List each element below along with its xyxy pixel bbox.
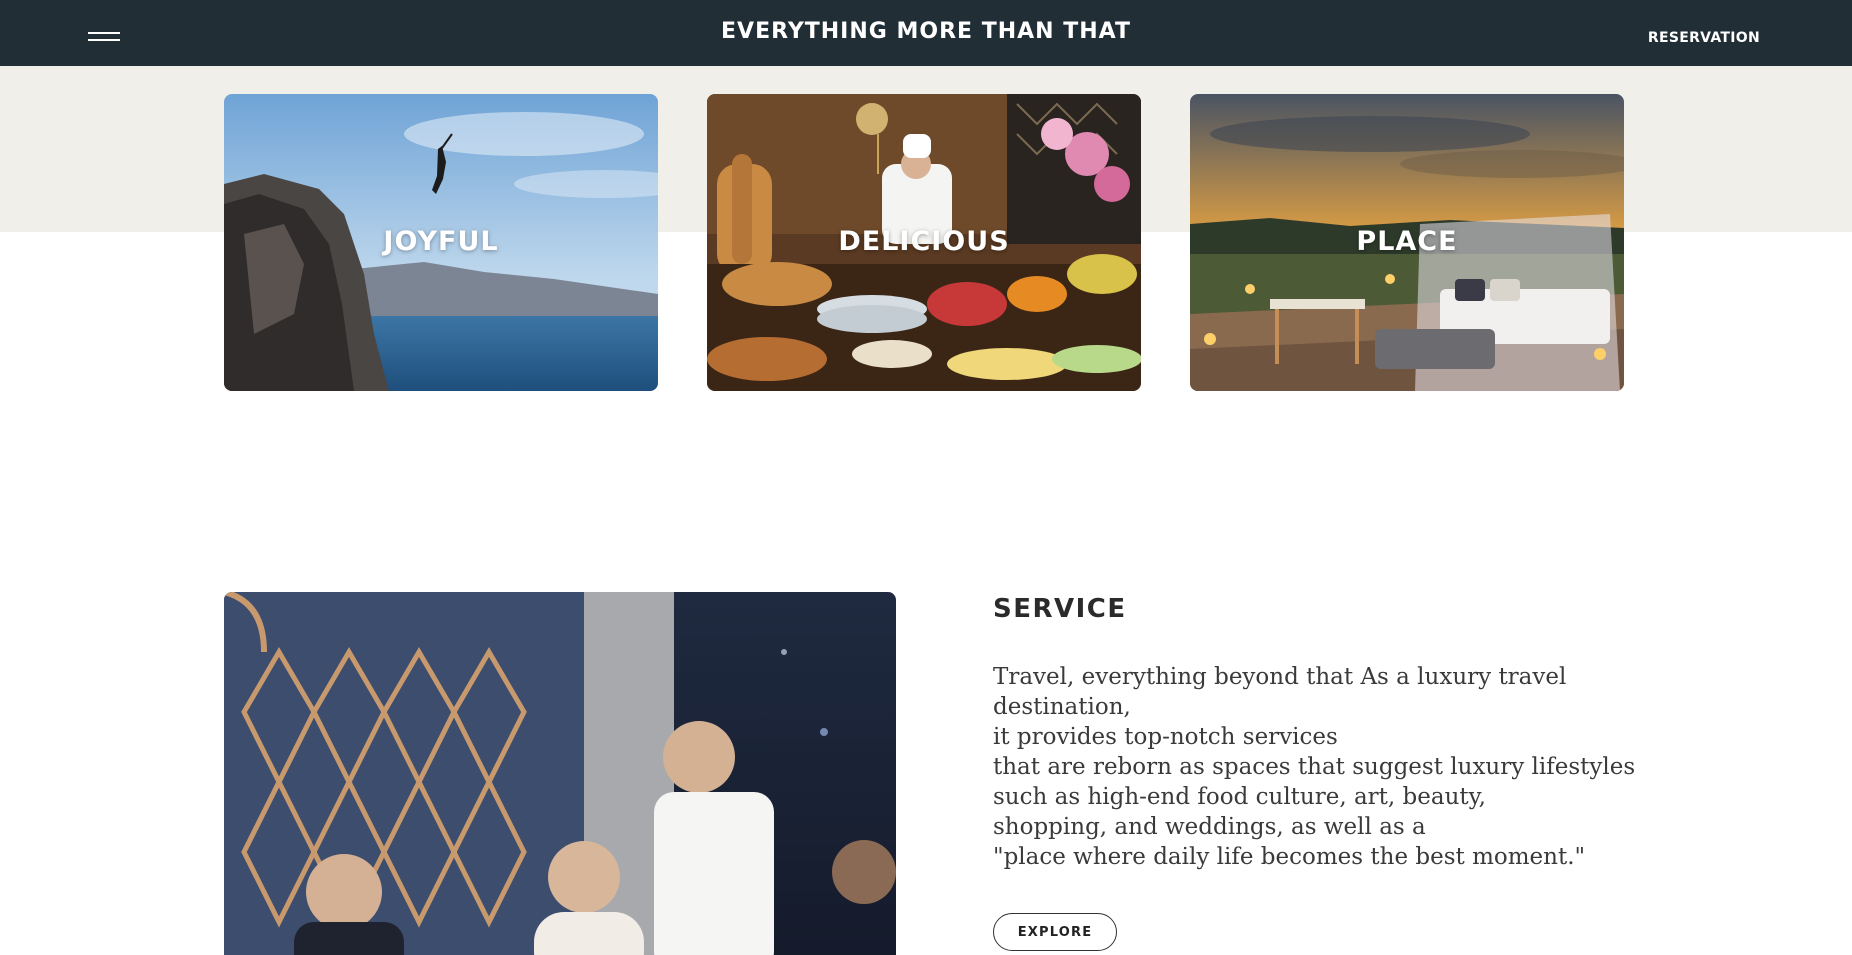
service-line: shopping, and weddings, as well as a (993, 814, 1426, 840)
explore-button[interactable]: EXPLORE (993, 913, 1117, 951)
card-delicious[interactable]: DELICIOUS (707, 94, 1141, 391)
service-line: destination, (993, 694, 1131, 720)
service-dining-image (224, 592, 896, 955)
service-line: it provides top-notch services (993, 724, 1338, 750)
service-line: that are reborn as spaces that suggest l… (993, 754, 1636, 780)
top-header: EVERYTHING MORE THAN THAT RESERVATION (0, 0, 1852, 66)
service-description: Travel, everything beyond that As a luxu… (993, 662, 1636, 872)
card-label-delicious: DELICIOUS (838, 226, 1010, 257)
service-title: SERVICE (993, 594, 1127, 624)
service-line: Travel, everything beyond that As a luxu… (993, 664, 1567, 690)
service-line: such as high-end food culture, art, beau… (993, 784, 1486, 810)
service-line: "place where daily life becomes the best… (993, 844, 1586, 870)
card-label-place: PLACE (1356, 226, 1458, 257)
reservation-link[interactable]: RESERVATION (1648, 30, 1760, 46)
card-label-joyful: JOYFUL (383, 226, 499, 257)
site-title: EVERYTHING MORE THAN THAT (721, 19, 1131, 44)
card-joyful[interactable]: JOYFUL (224, 94, 658, 391)
card-place[interactable]: PLACE (1190, 94, 1624, 391)
